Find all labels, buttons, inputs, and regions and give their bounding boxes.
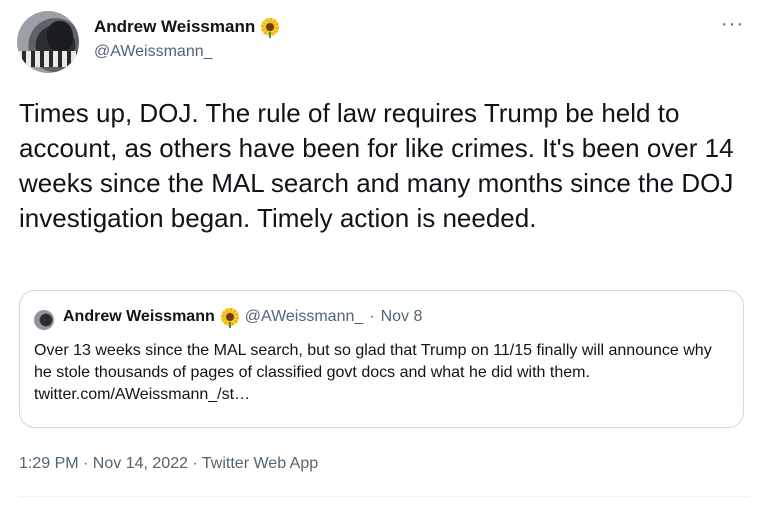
- quoted-separator: ·: [369, 308, 375, 325]
- quoted-author-name: Andrew Weissmann: [63, 308, 215, 325]
- quoted-date: Nov 8: [380, 308, 423, 325]
- sunflower-icon: [261, 18, 280, 38]
- quoted-author-avatar: [34, 310, 54, 330]
- tweet-timestamp[interactable]: 1:29 PM · Nov 14, 2022 · Twitter Web App: [19, 455, 318, 473]
- quoted-tweet-header: Andrew Weissmann @AWeissmann_ · Nov 8: [63, 308, 423, 328]
- avatar-dog-shape: [47, 21, 73, 51]
- sunflower-icon: [220, 308, 239, 328]
- author-handle[interactable]: @AWeissmann_: [94, 43, 213, 61]
- more-options-icon[interactable]: ···: [721, 14, 744, 34]
- quoted-tweet[interactable]: Andrew Weissmann @AWeissmann_ · Nov 8 Ov…: [19, 290, 744, 428]
- divider: [19, 496, 749, 497]
- tweet-text: Times up, DOJ. The rule of law requires …: [19, 98, 734, 233]
- avatar-stripe-shape: [17, 51, 79, 67]
- quoted-tweet-text: Over 13 weeks since the MAL search, but …: [34, 342, 712, 403]
- author-name-row[interactable]: Andrew Weissmann: [94, 17, 280, 38]
- author-name[interactable]: Andrew Weissmann: [94, 17, 255, 37]
- quoted-author-handle: @AWeissmann_: [244, 308, 364, 325]
- author-avatar[interactable]: [17, 11, 79, 73]
